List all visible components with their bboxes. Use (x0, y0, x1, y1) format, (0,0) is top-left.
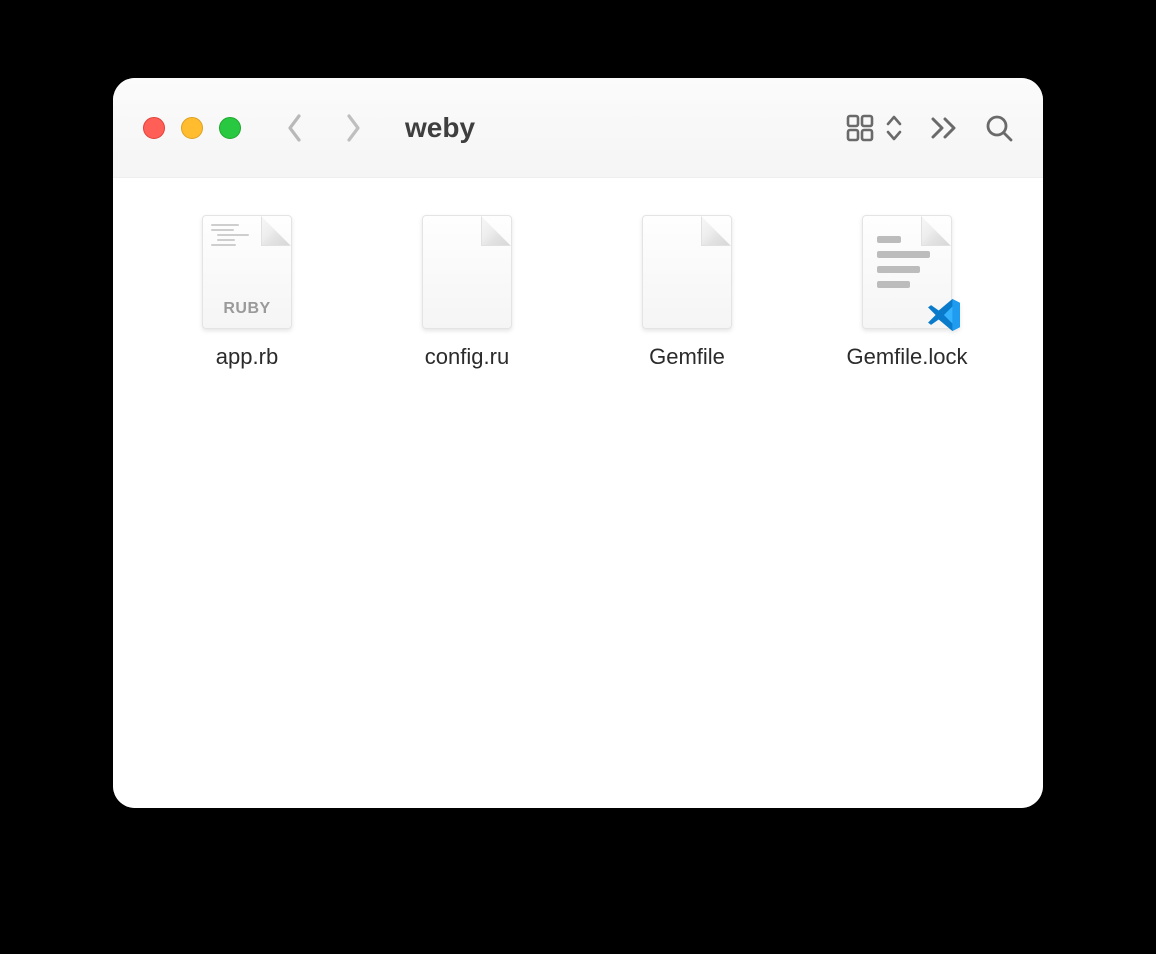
file-grid: RUBY app.rb config.ru Gemfile (137, 206, 1019, 370)
file-item-app-rb[interactable]: RUBY app.rb (137, 206, 357, 370)
toolbar-right (845, 113, 1013, 143)
file-item-config-ru[interactable]: config.ru (357, 206, 577, 370)
chevron-left-icon (286, 113, 304, 143)
nav-arrows (281, 114, 367, 142)
titlebar: weby (113, 78, 1043, 178)
generic-file-icon (637, 212, 737, 332)
up-down-chevrons-icon (885, 114, 903, 142)
search-button[interactable] (985, 114, 1013, 142)
minimize-button[interactable] (181, 117, 203, 139)
file-label: Gemfile.lock (846, 344, 967, 370)
grid-view-icon (845, 113, 875, 143)
file-label: app.rb (216, 344, 278, 370)
view-switcher[interactable] (845, 113, 903, 143)
file-label: Gemfile (649, 344, 725, 370)
search-icon (985, 114, 1013, 142)
back-button[interactable] (281, 114, 309, 142)
ruby-file-icon: RUBY (197, 212, 297, 332)
file-label: config.ru (425, 344, 509, 370)
double-chevron-right-icon (929, 116, 959, 140)
window-title: weby (405, 112, 475, 144)
generic-file-icon (417, 212, 517, 332)
zoom-button[interactable] (219, 117, 241, 139)
close-button[interactable] (143, 117, 165, 139)
file-item-gemfile[interactable]: Gemfile (577, 206, 797, 370)
vscode-doc-file-icon (857, 212, 957, 332)
finder-window: weby (113, 78, 1043, 808)
chevron-right-icon (344, 113, 362, 143)
forward-button[interactable] (339, 114, 367, 142)
file-grid-area[interactable]: RUBY app.rb config.ru Gemfile (113, 178, 1043, 808)
overflow-button[interactable] (929, 116, 959, 140)
file-item-gemfile-lock[interactable]: Gemfile.lock (797, 206, 1017, 370)
traffic-lights (143, 117, 241, 139)
vscode-icon (925, 296, 963, 334)
